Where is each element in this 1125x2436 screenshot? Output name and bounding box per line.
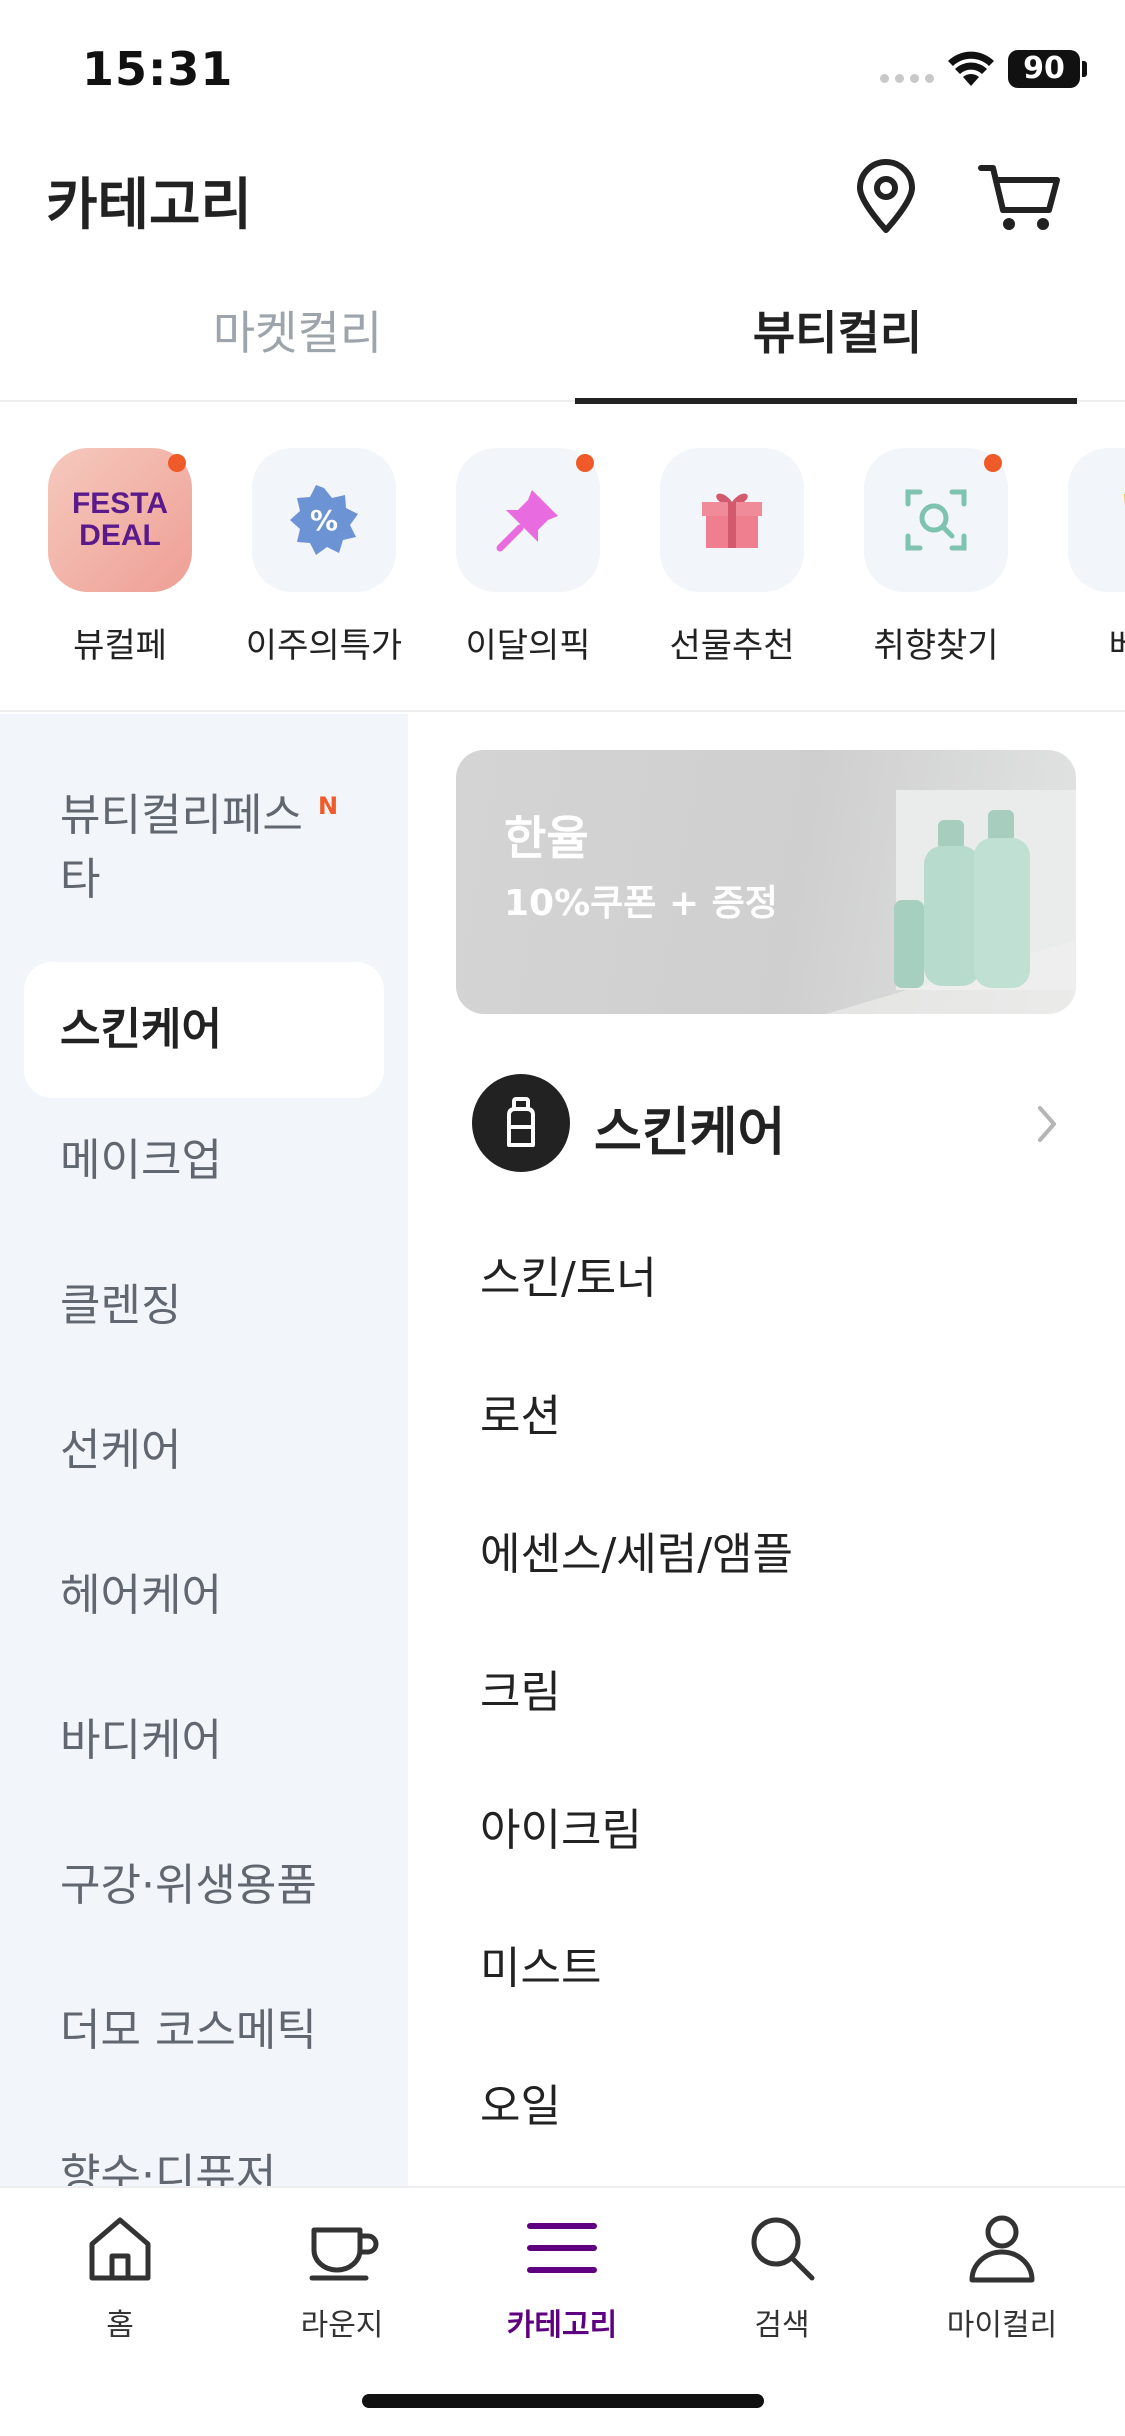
search-scan-icon [864,448,1008,592]
category-item-haircare[interactable]: 헤어케어 [24,1559,384,1623]
category-item-bodycare[interactable]: 바디케어 [24,1704,384,1768]
menu-icon [527,2223,597,2273]
location-pin-icon [857,159,915,233]
festa-deal-icon: FESTA DEAL [48,448,192,592]
quick-item-label: 취향찾기 [873,626,999,666]
cup-icon [309,2227,379,2281]
subcategory-item[interactable]: 에센스/세럼/앰플 [480,1518,793,1582]
nav-search[interactable]: 검색 [682,2208,882,2344]
status-bar: 15:31 90 [0,0,1125,140]
category-item-skincare[interactable]: 스킨케어 [24,962,384,1098]
subcategory-item[interactable]: 오일 [480,2070,561,2134]
nav-home[interactable]: 홈 [20,2208,220,2344]
nav-label: 카테고리 [506,2308,618,2343]
bottle-icon [472,1074,570,1172]
product-image [826,790,1076,1014]
gift-icon [660,448,804,592]
battery-indicator: 90 [1008,50,1080,88]
quick-item-label: 이달의픽 [465,626,591,666]
subcategory-item[interactable]: 크림 [480,1656,561,1720]
category-sidebar: 뷰티컬리페스타 N 스킨케어 메이크업 클렌징 선케어 헤어케어 바디케어 구강… [0,714,408,2186]
tab-market-kurly[interactable]: 마켓컬리 [35,290,560,402]
nav-label: 홈 [106,2308,134,2343]
cart-button[interactable] [975,158,1065,238]
subcategory-item[interactable]: 스킨/토너 [480,1242,657,1306]
page-title: 카테고리 [46,173,253,238]
nav-category[interactable]: 카테고리 [462,2208,662,2344]
category-item-dermo[interactable]: 더모 코스메틱 [24,1994,384,2058]
category-label: 뷰티컬리페스타 [60,790,303,905]
quick-item-taste[interactable]: 취향찾기 [836,448,1036,667]
status-time: 15:31 [82,42,234,96]
battery-tip [1082,61,1087,77]
nav-label: 검색 [754,2308,810,2343]
store-tabs: 마켓컬리 뷰티컬리 [0,290,1125,404]
banner-title: 한율 [504,811,589,865]
quick-item-label: 뷰컬페 [73,626,167,666]
search-icon [751,2217,815,2281]
home-icon [89,2217,151,2281]
signal-icon [880,74,934,83]
nav-lounge[interactable]: 라운지 [242,2208,442,2344]
new-badge: N [318,792,339,820]
section-skincare-header[interactable]: 스킨케어 [472,1074,1072,1174]
subcategory-item[interactable]: 미스트 [480,1932,601,1996]
location-button[interactable] [846,158,926,238]
home-indicator [362,2394,764,2408]
subcategory-item[interactable]: 로션 [480,1380,561,1444]
category-item-suncare[interactable]: 선케어 [24,1414,384,1478]
wifi-icon [948,51,994,86]
quick-item-weekly-deal[interactable]: % 이주의특가 [224,448,424,667]
cart-icon [978,165,1060,230]
chevron-right-icon [1038,1106,1056,1142]
category-item-makeup[interactable]: 메이크업 [24,1124,384,1188]
new-dot [168,454,186,472]
tab-beauty-kurly[interactable]: 뷰티컬리 [575,290,1100,404]
section-title: 스킨케어 [594,1103,786,1163]
category-item-cleansing[interactable]: 클렌징 [24,1269,384,1333]
trophy-icon [1068,448,1125,592]
quick-item-label: 이주의특가 [245,626,403,666]
nav-label: 마이컬리 [946,2308,1058,2343]
quick-item-monthly-pick[interactable]: 이달의픽 [428,448,628,667]
quick-item-label: 베스 [1040,618,1125,667]
svg-text:%: % [310,504,338,537]
quick-item-label: 선물추천 [669,626,795,666]
user-icon [969,2215,1035,2283]
quick-item-gift[interactable]: 선물추천 [632,448,832,667]
percent-badge-icon: % [252,448,396,592]
pin-icon [456,448,600,592]
quick-item-festa[interactable]: FESTA DEAL 뷰컬페 [20,448,220,667]
banner-subtitle: 10%쿠폰 + 증정 [504,883,778,924]
category-item-oral-hygiene[interactable]: 구강·위생용품 [24,1849,384,1913]
nav-my-kurly[interactable]: 마이컬리 [902,2208,1102,2344]
new-dot [984,454,1002,472]
quick-item-best[interactable]: 베스 [1040,448,1125,667]
promo-banner[interactable]: 한율 10%쿠폰 + 증정 [456,750,1076,1014]
subcategory-item[interactable]: 아이크림 [480,1794,642,1858]
category-item-perfume[interactable]: 향수·디퓨저 [24,2139,384,2186]
new-dot [576,454,594,472]
nav-label: 라운지 [300,2308,384,2343]
quick-menu: FESTA DEAL 뷰컬페 % 이주의특가 이달의픽 선물추천 취향찾기 [0,402,1125,712]
